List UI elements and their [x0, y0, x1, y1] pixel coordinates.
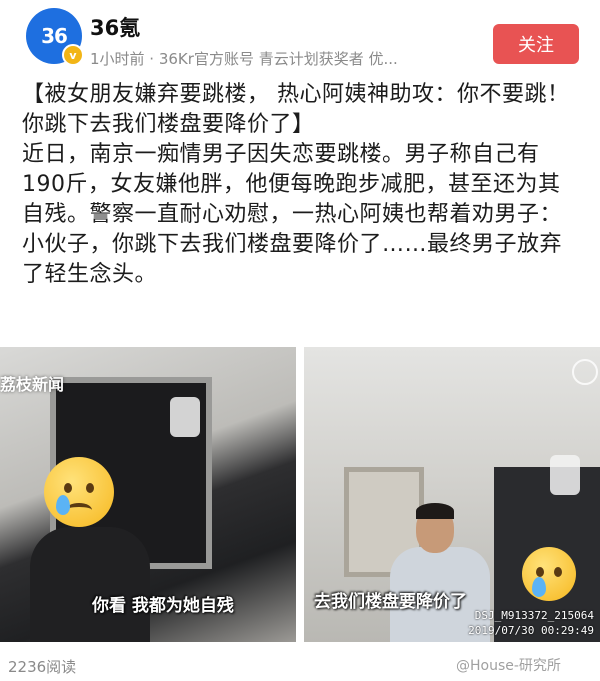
video-subtitle: 你看 我都为她自残	[92, 596, 234, 616]
video-subtitle: 去我们楼盘要降价了	[314, 592, 467, 612]
person-silhouette	[30, 527, 150, 642]
account-name[interactable]: 36氪	[90, 12, 140, 42]
post-header: 36 v 36氪 1小时前 · 36Kr官方账号 青云计划获奖者 优... 关注	[0, 0, 600, 80]
crying-face-icon	[522, 547, 576, 601]
account-avatar[interactable]: 36 v	[26, 8, 84, 66]
read-count: 2236阅读	[8, 658, 77, 676]
post-body: 近日，南京一痴情男子因失恋要跳楼。男子称自己有190斤，女友嫌他胖，他便每晚跑步…	[22, 142, 563, 287]
post-image-right[interactable]: 去我们楼盘要降价了 DSJ_M913372_215064 2019/07/30 …	[304, 347, 600, 642]
follow-button[interactable]: 关注	[493, 24, 579, 64]
hanging-bag	[170, 397, 200, 437]
camera-time-stamp: 2019/07/30 00:29:49	[468, 624, 594, 637]
crying-face-icon	[44, 457, 114, 527]
verified-badge-icon: v	[62, 44, 84, 66]
post-headline: 【被女朋友嫌弃要跳楼， 热心阿姨神助攻：你不要跳！你跳下去我们楼盘要降价了】	[22, 82, 570, 137]
news-watermark: 荔枝新闻	[0, 375, 65, 394]
post-image-left[interactable]: 荔枝新闻 你看 我都为她自残	[0, 347, 296, 642]
officer-hair	[416, 503, 454, 519]
weibo-watermark: @House-研究所	[456, 658, 561, 674]
avatar-logo: 36	[41, 24, 68, 48]
hanging-bag	[550, 455, 580, 495]
post-content: 【被女朋友嫌弃要跳楼， 热心阿姨神助攻：你不要跳！你跳下去我们楼盘要降价了】 近…	[22, 80, 582, 290]
camera-id-stamp: DSJ_M913372_215064	[474, 609, 594, 622]
post-meta: 1小时前 · 36Kr官方账号 青云计划获奖者 优...	[90, 50, 398, 68]
video-logo-icon	[572, 359, 598, 385]
